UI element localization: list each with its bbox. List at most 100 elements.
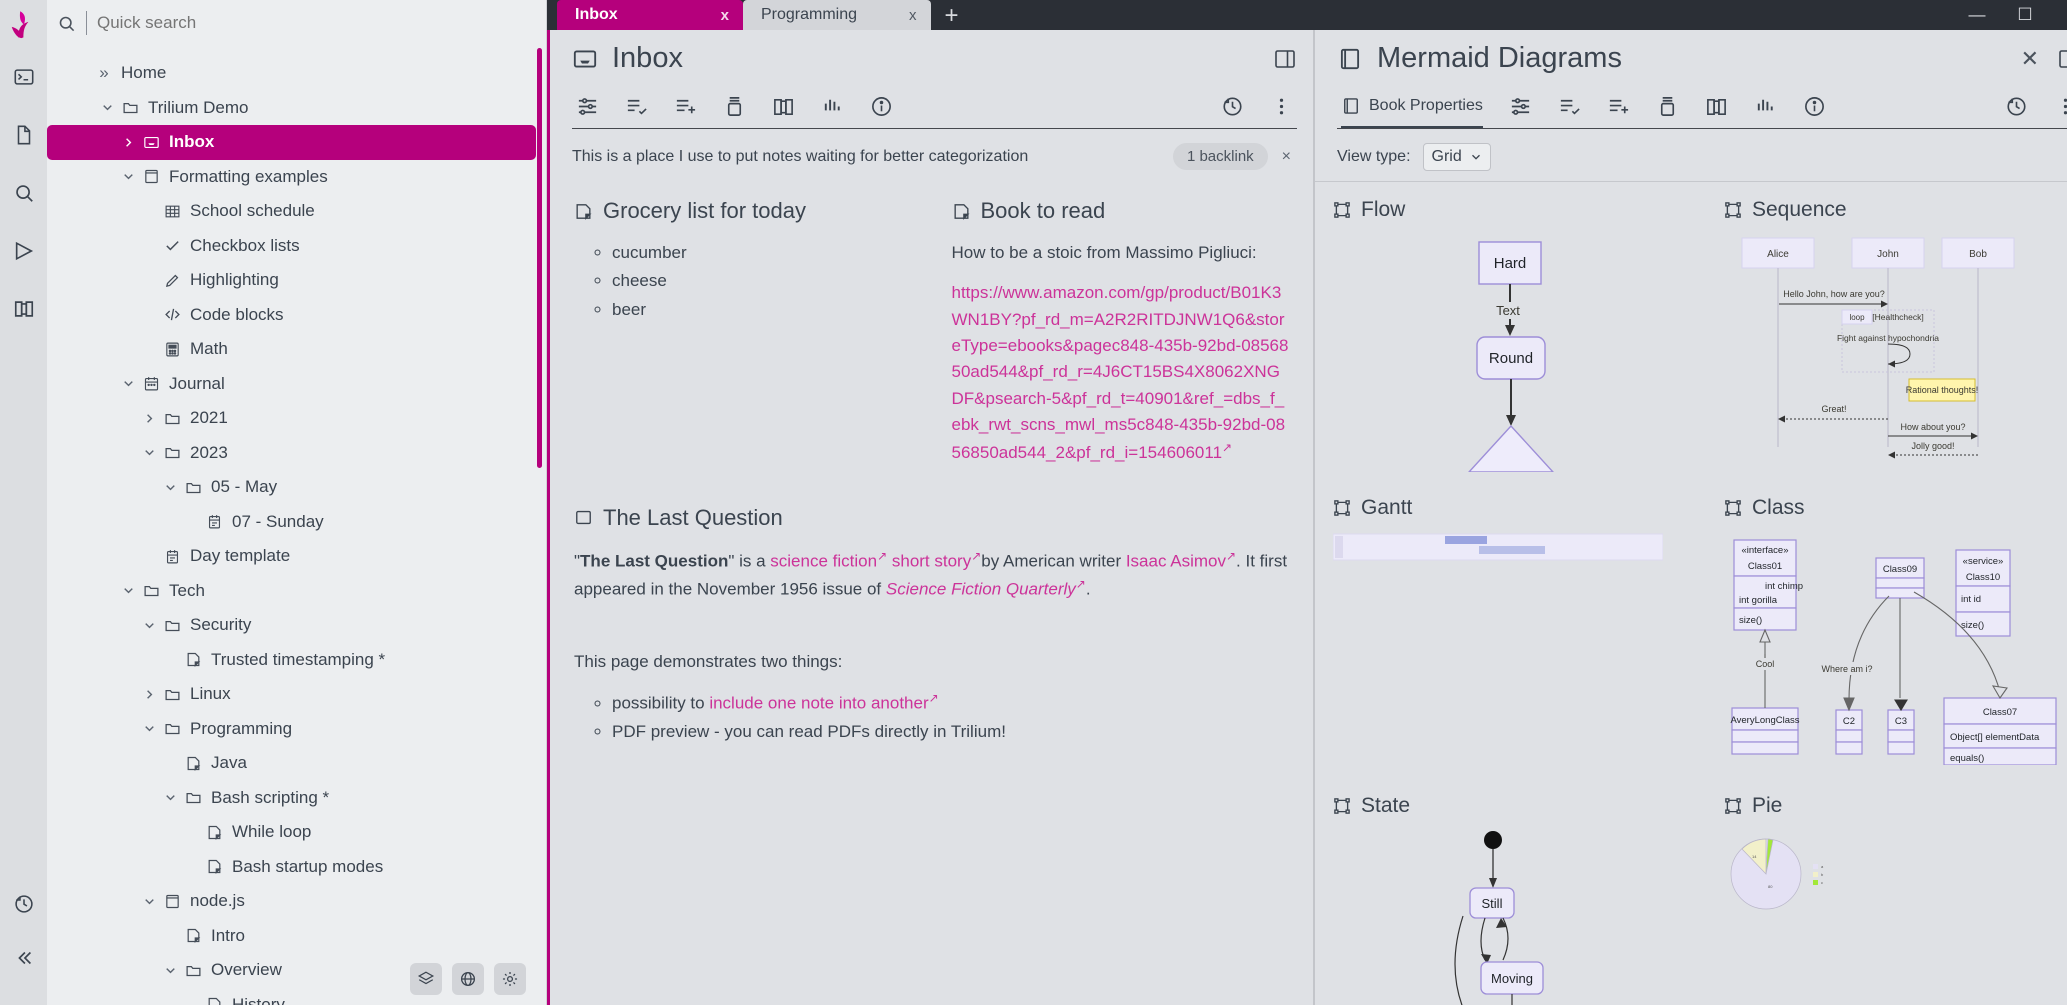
history-icon[interactable] xyxy=(7,887,41,921)
similar-notes-icon[interactable] xyxy=(772,95,795,118)
tree-item-tech[interactable]: Tech xyxy=(47,574,546,609)
inline-link[interactable]: Science Fiction Quarterly xyxy=(886,579,1076,598)
owned-attributes-icon[interactable] xyxy=(1509,95,1532,118)
similar-notes-icon[interactable] xyxy=(1705,95,1728,118)
tab-inbox[interactable]: Inbox x xyxy=(557,0,743,30)
new-tab-button[interactable]: + xyxy=(931,4,973,28)
chevron-down-icon[interactable] xyxy=(138,895,160,908)
layers-icon[interactable] xyxy=(410,963,442,995)
add-attribute-icon[interactable] xyxy=(674,95,697,118)
chevron-right-icon[interactable] xyxy=(138,688,160,701)
note-statistics-icon[interactable] xyxy=(821,95,844,118)
tab-close-icon[interactable]: x xyxy=(721,7,729,24)
globe-icon[interactable] xyxy=(452,963,484,995)
history-icon[interactable] xyxy=(2005,95,2028,118)
chevron-down-icon[interactable] xyxy=(117,377,139,390)
tree-scrollbar[interactable] xyxy=(537,48,542,468)
inline-link[interactable]: science fiction xyxy=(770,551,877,570)
card-sequence[interactable]: Sequence Alice John Bob Hello John, how … xyxy=(1706,188,2067,486)
tree-item-trusted-timestamping[interactable]: Trusted timestamping * xyxy=(47,643,546,678)
chevron-down-icon[interactable] xyxy=(159,481,181,494)
inline-link[interactable]: short story xyxy=(892,551,971,570)
view-type-select[interactable]: Grid xyxy=(1422,143,1491,171)
chevron-down-icon[interactable] xyxy=(96,101,118,114)
close-icon[interactable]: × xyxy=(1282,148,1291,166)
tree-item-bash-startup-modes[interactable]: Bash startup modes xyxy=(47,850,546,885)
card-state[interactable]: State Still Moving xyxy=(1315,784,1706,1005)
tree-item-bash-scripting[interactable]: Bash scripting * xyxy=(47,781,546,816)
chevron-right-icon[interactable] xyxy=(117,136,139,149)
tab-close-icon[interactable]: x xyxy=(909,7,917,24)
send-icon[interactable] xyxy=(7,234,41,268)
terminal-icon[interactable] xyxy=(7,60,41,94)
book-icon[interactable] xyxy=(7,292,41,326)
view-type-row: View type: Grid xyxy=(1315,129,2067,182)
chevron-down-icon[interactable] xyxy=(117,170,139,183)
tree-item-checkbox-lists[interactable]: Checkbox lists xyxy=(47,229,546,264)
inherited-attributes-icon[interactable] xyxy=(1558,95,1581,118)
tree-item-while-loop[interactable]: While loop xyxy=(47,815,546,850)
tree-item-linux[interactable]: Linux xyxy=(47,677,546,712)
chevron-down-icon[interactable] xyxy=(159,964,181,977)
search-input[interactable] xyxy=(86,11,532,35)
book-url-link[interactable]: https://www.amazon.com/gp/product/B01K3W… xyxy=(952,283,1289,462)
add-attribute-icon[interactable] xyxy=(1607,95,1630,118)
card-pie[interactable]: Pie 14 80 a b c xyxy=(1706,784,2067,1005)
chevron-down-icon[interactable] xyxy=(117,584,139,597)
chevron-down-icon[interactable] xyxy=(159,791,181,804)
maximize-button[interactable]: ☐ xyxy=(2001,0,2049,30)
tree-item-07-sunday[interactable]: 07 - Sunday xyxy=(47,505,546,540)
history-icon[interactable] xyxy=(1221,95,1244,118)
more-menu-icon[interactable] xyxy=(2054,95,2067,118)
tree-item-2023[interactable]: 2023 xyxy=(47,436,546,471)
chevron-down-icon[interactable] xyxy=(138,722,160,735)
backlink-badge[interactable]: 1 backlink xyxy=(1172,143,1268,170)
note-info-icon[interactable] xyxy=(870,95,893,118)
more-menu-icon[interactable] xyxy=(1270,95,1293,118)
note-paths-icon[interactable] xyxy=(1656,95,1679,118)
tab-book-properties[interactable]: Book Properties xyxy=(1341,96,1483,128)
chevron-right-icon[interactable] xyxy=(138,412,160,425)
tree-item-inbox[interactable]: Inbox xyxy=(47,125,536,160)
tree-item-math[interactable]: Math xyxy=(47,332,546,367)
tree-item-code-blocks[interactable]: Code blocks xyxy=(47,298,546,333)
collapse-sidebar-icon[interactable] xyxy=(7,941,41,975)
tree-item-intro[interactable]: Intro xyxy=(47,919,546,954)
note-icon[interactable] xyxy=(7,118,41,152)
split-pane-icon[interactable] xyxy=(1273,47,1297,71)
tree-item-day-template[interactable]: Day template xyxy=(47,539,546,574)
minimize-button[interactable]: — xyxy=(1953,0,2001,30)
owned-attributes-icon[interactable] xyxy=(576,95,599,118)
quick-search-row[interactable] xyxy=(47,0,546,46)
card-gantt[interactable]: Gantt xyxy=(1315,486,1706,784)
tree-item-2021[interactable]: 2021 xyxy=(47,401,546,436)
tree-item-05-may[interactable]: 05 - May xyxy=(47,470,546,505)
card-class[interactable]: Class «interface» Class01 int chimp int … xyxy=(1706,486,2067,784)
note-tree[interactable]: » Home Trilium Demo Inbox Formatting examp… xyxy=(47,46,546,1005)
inline-link[interactable]: include one note into another xyxy=(709,694,928,713)
close-button[interactable]: ✕ xyxy=(2049,0,2067,30)
tree-item-programming[interactable]: Programming xyxy=(47,712,546,747)
gear-icon[interactable] xyxy=(494,963,526,995)
close-pane-icon[interactable]: ✕ xyxy=(2021,46,2039,72)
tree-item-formatting-examples[interactable]: Formatting examples xyxy=(47,160,546,195)
tree-item-school-schedule[interactable]: School schedule xyxy=(47,194,546,229)
chevron-down-icon[interactable] xyxy=(138,619,160,632)
chevron-down-icon[interactable] xyxy=(138,446,160,459)
tree-root-home[interactable]: » Home xyxy=(47,56,546,91)
tree-item-journal[interactable]: Journal xyxy=(47,367,546,402)
note-statistics-icon[interactable] xyxy=(1754,95,1777,118)
split-pane-icon[interactable] xyxy=(2057,47,2067,71)
tree-item-java[interactable]: Java xyxy=(47,746,546,781)
tree-item-highlighting[interactable]: Highlighting xyxy=(47,263,546,298)
tree-item-node-js[interactable]: node.js xyxy=(47,884,546,919)
tab-programming[interactable]: Programming x xyxy=(743,0,931,30)
tree-item-trilium-demo[interactable]: Trilium Demo xyxy=(47,91,546,126)
card-flow[interactable]: Flow Hard Text Round xyxy=(1315,188,1706,486)
inline-link[interactable]: Isaac Asimov xyxy=(1126,551,1226,570)
inherited-attributes-icon[interactable] xyxy=(625,95,648,118)
search-icon[interactable] xyxy=(7,176,41,210)
tree-item-security[interactable]: Security xyxy=(47,608,546,643)
note-info-icon[interactable] xyxy=(1803,95,1826,118)
note-paths-icon[interactable] xyxy=(723,95,746,118)
